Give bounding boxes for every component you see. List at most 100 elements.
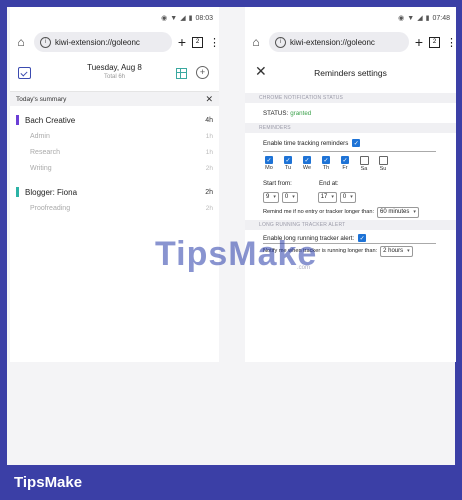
status-value: granted <box>290 109 312 117</box>
info-icon[interactable]: i <box>40 36 51 48</box>
section-long-running: LONG RUNNING TRACKER ALERT <box>245 220 456 230</box>
chevron-down-icon: ▾ <box>331 194 334 200</box>
status-bar: ◉ ▼ ◢ ▮ 07:48 <box>245 7 456 29</box>
project-color-bar <box>16 187 19 197</box>
date-center: Tuesday, Aug 8 Total 6h <box>10 63 219 80</box>
browser-toolbar: ⌂ i kiwi-extension://goleonc + 2 ⋮ <box>245 29 457 55</box>
weekday-selector: ✓ Mo ✓ Tu ✓ We ✓ Th ✓ Fr Sa Su <box>245 156 456 172</box>
section-chrome-notification: CHROME NOTIFICATION STATUS <box>245 93 456 103</box>
address-bar[interactable]: i kiwi-extension://goleonc <box>34 32 172 52</box>
end-hour-select[interactable]: 17 ▾ <box>317 191 337 203</box>
day-checkbox[interactable]: ✓ <box>322 156 330 164</box>
chevron-down-icon: ▾ <box>413 209 416 215</box>
day-friday[interactable]: ✓ Fr <box>339 156 351 172</box>
chevron-down-icon: ▾ <box>407 248 410 254</box>
address-bar[interactable]: i kiwi-extension://goleonc <box>269 32 409 52</box>
divider <box>263 151 436 152</box>
project-hours: 4h <box>205 116 213 124</box>
end-hour-value: 17 <box>320 194 328 200</box>
new-tab-button[interactable]: + <box>178 34 186 50</box>
task-hours: 1h <box>205 132 213 140</box>
end-minute-value: 0 <box>342 194 347 200</box>
day-sunday[interactable]: Su <box>377 156 389 172</box>
status-label: STATUS: <box>263 109 289 117</box>
settings-title: Reminders settings <box>314 68 387 78</box>
day-saturday[interactable]: Sa <box>358 156 370 172</box>
status-time: 08:03 <box>195 14 213 22</box>
notify-threshold-value: 2 hours <box>383 248 404 254</box>
enable-long-running-checkbox[interactable]: ✓ <box>358 234 367 242</box>
day-checkbox[interactable] <box>359 156 369 165</box>
tab-count-button[interactable]: 2 <box>192 36 203 48</box>
notify-label: Notify me when tracker is running longer… <box>263 248 378 254</box>
day-checkbox[interactable]: ✓ <box>341 156 349 164</box>
home-icon[interactable]: ⌂ <box>249 35 263 49</box>
close-summary-icon[interactable]: ✕ <box>205 94 213 105</box>
day-label: Mo <box>265 165 273 171</box>
project-row[interactable]: Blogger: Fiona 2h <box>16 184 213 200</box>
watermark-domain: .com <box>297 265 311 271</box>
enable-reminders-checkbox[interactable]: ✓ <box>352 139 361 147</box>
section-reminders: REMINDERS <box>245 123 456 133</box>
day-checkbox[interactable] <box>378 156 388 165</box>
task-hours: 2h <box>205 204 213 212</box>
remind-label: Remind me if no entry or tracker longer … <box>263 209 374 215</box>
day-checkbox[interactable]: ✓ <box>303 156 311 164</box>
chevron-down-icon: ▾ <box>273 194 276 200</box>
tab-count-button[interactable]: 2 <box>429 36 440 48</box>
battery-icon: ▮ <box>425 15 430 22</box>
task-row[interactable]: Admin 1h <box>16 128 213 144</box>
url-text: kiwi-extension://goleonc <box>290 37 375 47</box>
date-header: Tuesday, Aug 8 Total 6h + <box>10 55 219 92</box>
remind-interval-value: 60 minutes <box>380 209 410 215</box>
close-icon[interactable]: ✕ <box>255 63 267 80</box>
start-hour-select[interactable]: 9 ▾ <box>263 191 279 203</box>
end-minute-select[interactable]: 0 ▾ <box>339 191 356 203</box>
day-label: Sa <box>360 166 368 172</box>
notify-threshold-select[interactable]: 2 hours ▾ <box>380 245 413 257</box>
task-row[interactable]: Research 1h <box>16 144 213 160</box>
more-menu-icon[interactable]: ⋮ <box>446 36 457 49</box>
wifi-icon: ▼ <box>170 14 178 22</box>
day-label: We <box>302 165 312 171</box>
start-minute-select[interactable]: 0 ▾ <box>281 191 298 203</box>
task-name: Research <box>30 148 60 156</box>
task-row[interactable]: Proofreading 2h <box>16 200 213 216</box>
more-menu-icon[interactable]: ⋮ <box>209 36 220 49</box>
timesheet-grid-icon[interactable] <box>176 68 187 79</box>
time-range-labels: Start from: End at: <box>245 176 456 190</box>
day-label: Su <box>379 166 387 172</box>
info-icon[interactable]: i <box>275 36 286 48</box>
day-tuesday[interactable]: ✓ Tu <box>282 156 294 172</box>
day-label: Tu <box>284 165 292 171</box>
status-time: 07:48 <box>432 14 450 22</box>
end-label: End at: <box>319 179 339 187</box>
task-row[interactable]: Writing 2h <box>16 160 213 176</box>
chevron-down-icon: ▾ <box>292 194 295 200</box>
day-monday[interactable]: ✓ Mo <box>263 156 275 172</box>
project-color-bar <box>16 115 19 125</box>
enable-reminders-label: Enable time tracking reminders <box>263 139 349 147</box>
day-thursday[interactable]: ✓ Th <box>320 156 332 172</box>
current-date[interactable]: Tuesday, Aug 8 <box>10 63 219 72</box>
eye-icon: ◉ <box>398 15 405 22</box>
project-row[interactable]: Bach Creative 4h <box>16 112 213 128</box>
signal-icon: ◢ <box>417 15 423 22</box>
start-label: Start from: <box>263 179 292 187</box>
project-hours: 2h <box>205 188 213 196</box>
url-text: kiwi-extension://goleonc <box>55 37 140 47</box>
remind-interval-select[interactable]: 60 minutes ▾ <box>377 206 419 218</box>
new-tab-button[interactable]: + <box>415 34 423 50</box>
add-entry-icon[interactable]: + <box>196 66 209 79</box>
left-phone-screen: ◉ ▼ ◢ ▮ 08:03 ⌂ i kiwi-extension://goleo… <box>10 7 220 362</box>
home-icon[interactable]: ⌂ <box>14 35 28 49</box>
day-checkbox[interactable]: ✓ <box>284 156 292 164</box>
time-range-selects: 9 ▾ 0 ▾ 17 ▾ 0 ▾ <box>245 190 456 204</box>
day-checkbox[interactable]: ✓ <box>265 156 273 164</box>
signal-icon: ◢ <box>180 15 186 22</box>
enable-long-running-label: Enable long running tracker alert: <box>263 234 355 242</box>
notification-status: STATUS: granted <box>245 103 456 123</box>
day-label: Fr <box>342 165 348 171</box>
day-wednesday[interactable]: ✓ We <box>301 156 313 172</box>
start-hour-value: 9 <box>266 194 270 200</box>
